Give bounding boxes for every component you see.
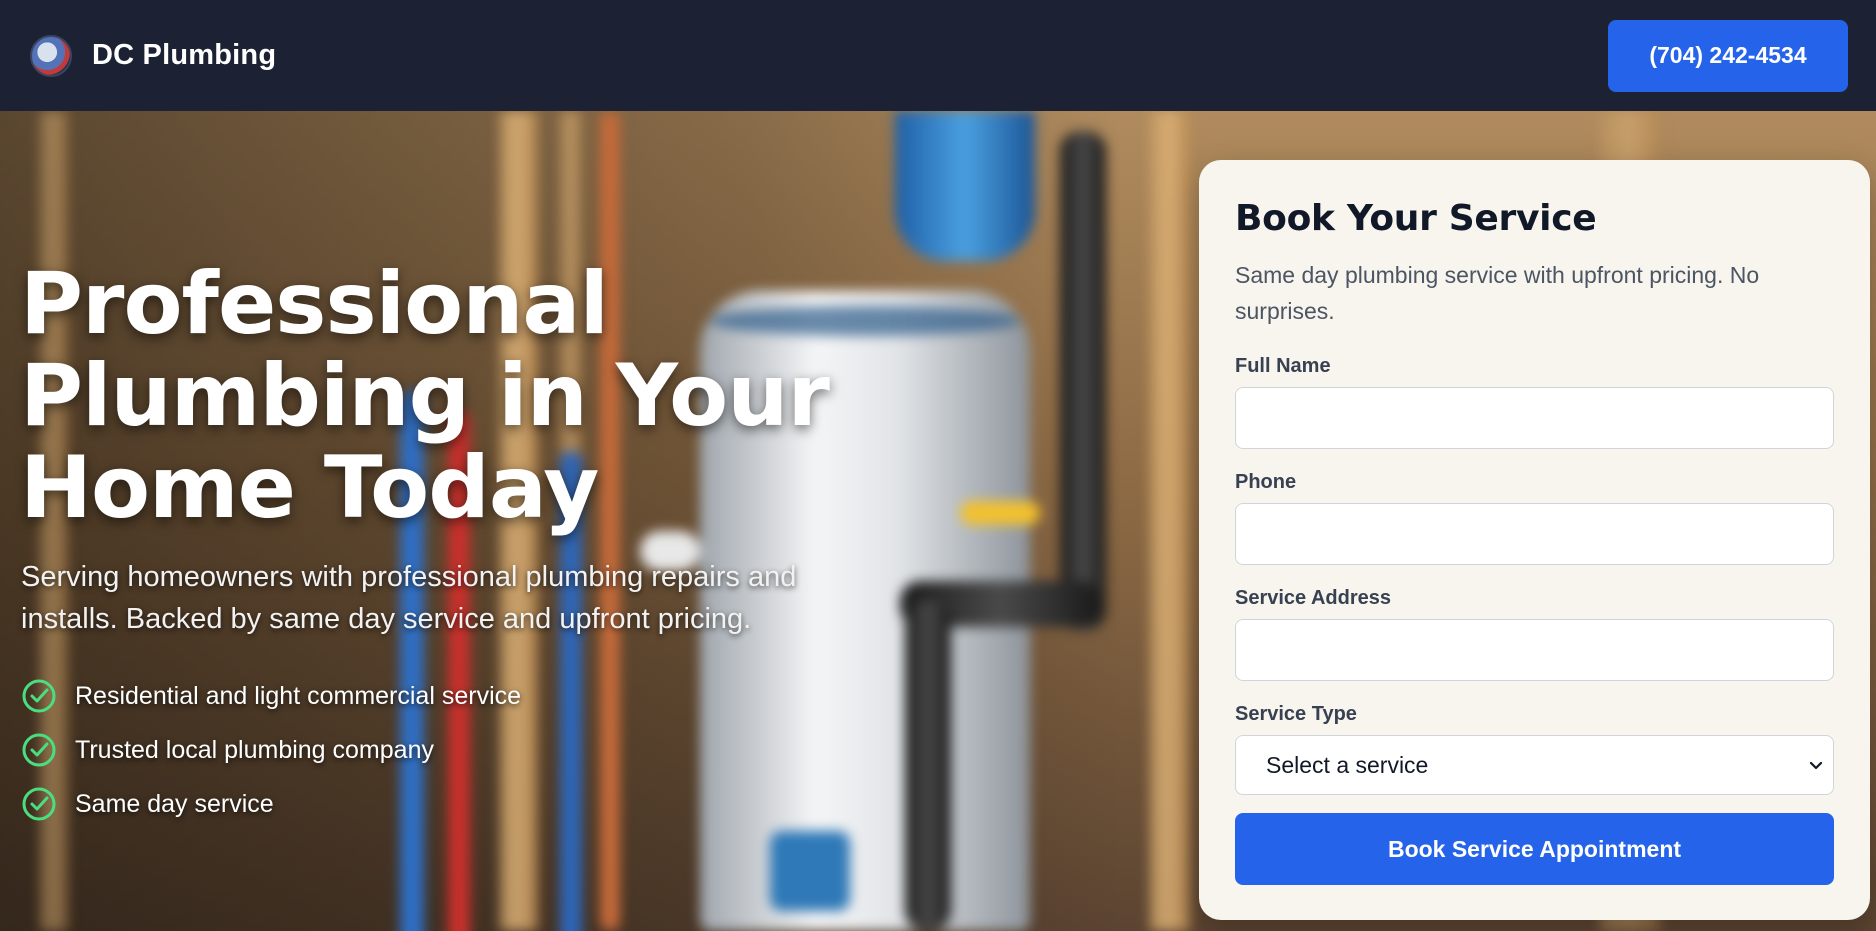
site-header: DC Plumbing (704) 242-4534	[0, 0, 1876, 111]
service-address-input[interactable]	[1235, 619, 1834, 681]
booking-form: Book Your Service Same day plumbing serv…	[1199, 160, 1870, 920]
booking-title: Book Your Service	[1235, 198, 1597, 239]
service-type-label: Service Type	[1235, 703, 1357, 725]
hero-subtitle: Serving homeowners with professional plu…	[21, 561, 797, 635]
feature-item: Residential and light commercial service	[21, 669, 521, 723]
feature-item: Trusted local plumbing company	[21, 723, 521, 777]
company-logo	[30, 34, 72, 77]
full-name-input[interactable]	[1235, 387, 1834, 449]
book-appointment-button[interactable]: Book Service Appointment	[1235, 813, 1834, 885]
booking-subtitle: Same day plumbing service with upfront p…	[1235, 262, 1760, 324]
feature-item: Same day service	[21, 777, 521, 831]
brand[interactable]: DC Plumbing	[30, 34, 277, 77]
hero-title: Professional Plumbing in Your Home Today	[20, 254, 830, 538]
full-name-label: Full Name	[1235, 355, 1331, 377]
service-type-selected: Select a service	[1266, 751, 1429, 778]
feature-label: Trusted local plumbing company	[75, 735, 434, 764]
feature-list: Residential and light commercial service…	[21, 669, 521, 831]
service-type-select[interactable]: Select a service	[1235, 735, 1834, 795]
phone-input[interactable]	[1235, 503, 1834, 565]
brand-name: DC Plumbing	[92, 39, 277, 71]
check-circle-icon	[22, 787, 56, 821]
phone-call-button[interactable]: (704) 242-4534	[1608, 19, 1848, 92]
service-address-label: Service Address	[1235, 587, 1392, 609]
chevron-down-icon	[1809, 761, 1823, 770]
feature-label: Same day service	[75, 789, 274, 818]
check-circle-icon	[22, 679, 56, 713]
check-circle-icon	[22, 733, 56, 767]
phone-label: Phone	[1235, 471, 1297, 493]
feature-label: Residential and light commercial service	[75, 681, 522, 710]
